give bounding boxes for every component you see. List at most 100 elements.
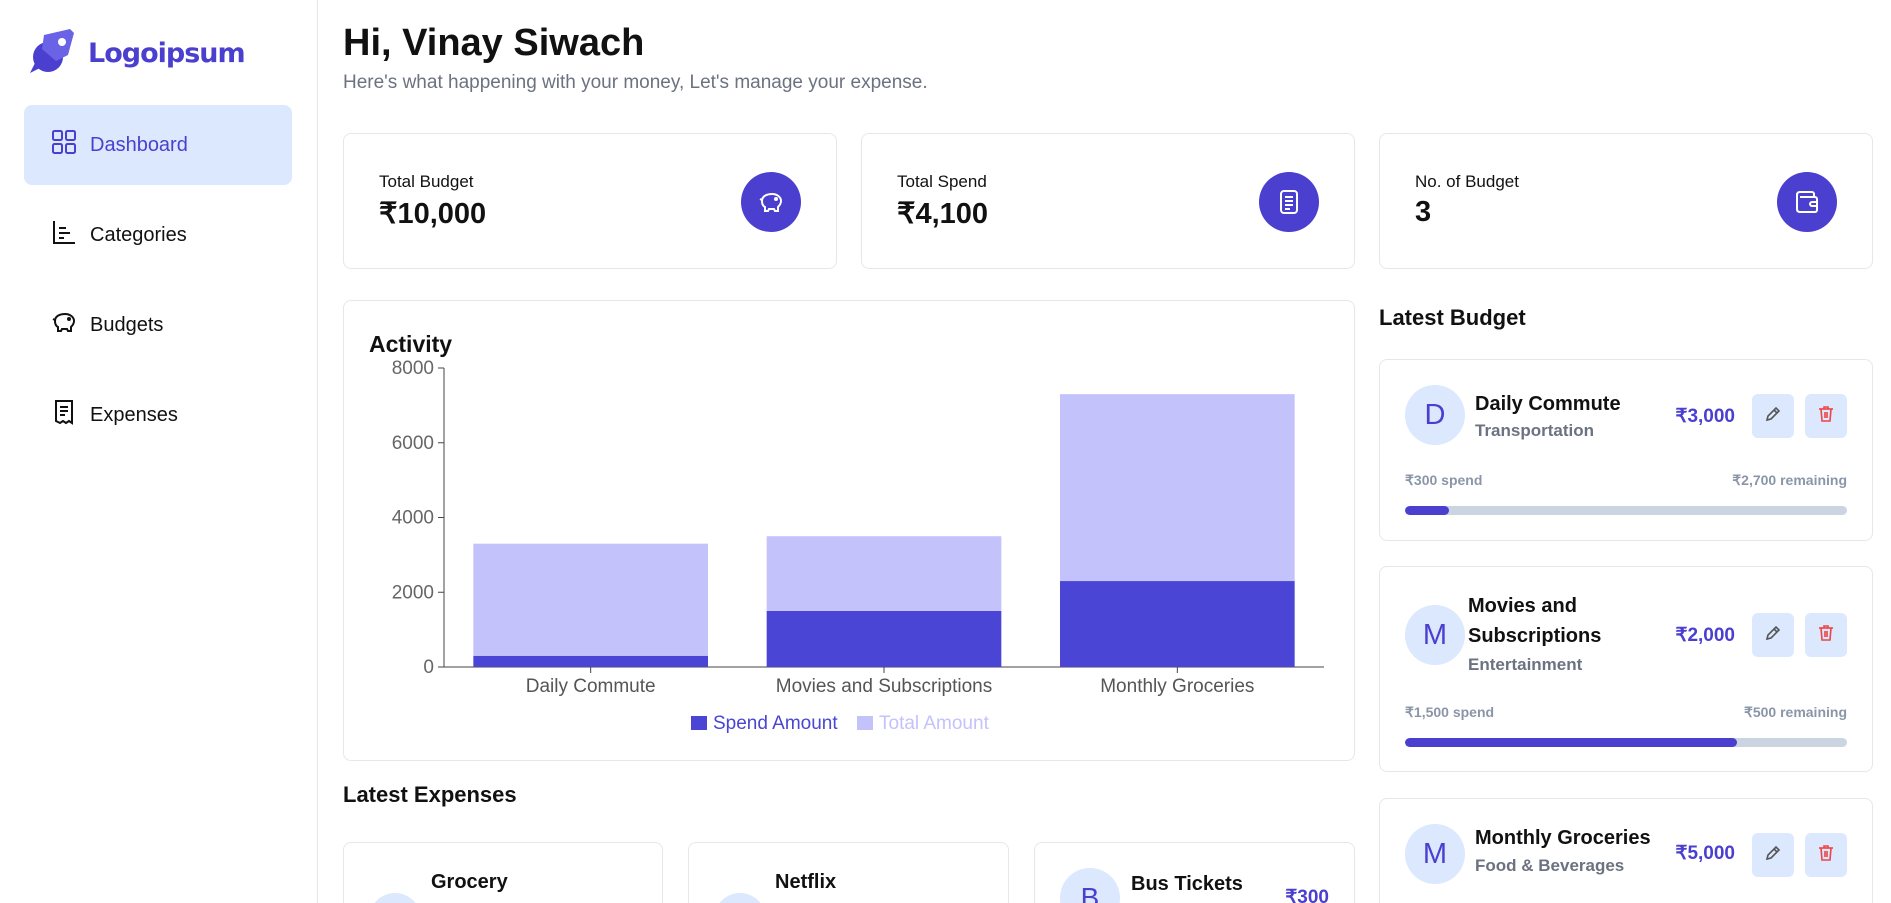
trash-icon	[1816, 623, 1836, 648]
bar-total	[766, 536, 1002, 611]
receipt-icon	[50, 398, 78, 432]
sidebar-nav: Dashboard Categories Budgets Expenses	[24, 105, 292, 465]
bar-spend	[766, 610, 1002, 667]
sidebar-item-label: Expenses	[90, 403, 178, 426]
expense-item[interactable]: Grocery	[343, 842, 663, 903]
budget-progress-labels: ₹300 spend ₹2,700 remaining	[1405, 472, 1847, 489]
activity-card: Activity 0 2000 4000 6000 8000 Daily Commute M…	[343, 300, 1355, 761]
expense-name: Bus Tickets	[1131, 873, 1243, 895]
budget-progress-fill	[1405, 738, 1737, 747]
budget-item[interactable]: M Movies and Subscriptions Entertainment…	[1379, 566, 1873, 772]
latest-budget-title: Latest Budget	[1379, 305, 1526, 330]
edit-budget-button[interactable]	[1752, 394, 1794, 438]
delete-budget-button[interactable]	[1805, 833, 1847, 877]
budget-remaining: ₹500 remaining	[1743, 704, 1847, 720]
bar-chart-icon	[50, 218, 78, 252]
expense-item[interactable]: Netflix	[688, 842, 1009, 903]
delete-budget-button[interactable]	[1805, 394, 1847, 438]
budget-category: Transportation	[1475, 421, 1595, 440]
budget-name: Monthly Groceries	[1475, 827, 1651, 849]
budget-avatar: D	[1405, 385, 1465, 445]
activity-bar-chart: 0 2000 4000 6000 8000 Daily Commute Movies and…	[392, 358, 1324, 734]
bar-spend	[473, 655, 708, 667]
y-tick-label: 4000	[392, 508, 434, 529]
y-tick-label: 2000	[392, 582, 434, 603]
piggy-bank-icon	[50, 308, 78, 342]
stat-value: 3	[1415, 196, 1432, 228]
budget-name: Movies and Subscriptions	[1468, 595, 1602, 647]
stat-value: ₹10,000	[379, 198, 487, 230]
budget-name: Daily Commute	[1475, 393, 1621, 415]
sidebar-item-categories[interactable]: Categories	[24, 195, 292, 275]
stat-label: Total Spend	[897, 172, 987, 191]
stat-card-total-budget: Total Budget ₹10,000	[343, 133, 837, 269]
budget-progress-bar	[1405, 506, 1847, 515]
budget-progress-fill	[1405, 506, 1450, 515]
budget-progress-bar	[1405, 738, 1847, 747]
app-root: Logoipsum Dashboard Categories Budgets E…	[0, 0, 1891, 903]
brand-logo[interactable]: Logoipsum	[26, 25, 246, 82]
budget-item[interactable]: M Monthly Groceries Food & Beverages ₹5,…	[1379, 798, 1873, 903]
budget-spend: ₹1,500 spend	[1405, 704, 1495, 720]
expense-item[interactable]: B Bus Tickets ₹300	[1034, 842, 1355, 903]
grid-icon	[50, 128, 78, 162]
legend-label: Spend Amount	[713, 713, 838, 734]
pencil-icon	[1763, 843, 1783, 868]
budget-remaining: ₹2,700 remaining	[1732, 472, 1847, 488]
receipt-icon	[1259, 172, 1319, 232]
budget-amount: ₹5,000	[1675, 843, 1735, 864]
delete-budget-button[interactable]	[1805, 613, 1847, 657]
legend-label: Total Amount	[879, 713, 990, 734]
y-tick-label: 8000	[392, 358, 434, 379]
rocket-logo-icon	[26, 25, 82, 82]
sidebar-item-label: Categories	[90, 223, 187, 246]
page-subtitle: Here's what happening with your money, L…	[343, 72, 928, 93]
brand-name: Logoipsum	[88, 38, 246, 69]
legend-swatch	[691, 716, 707, 730]
x-tick-label: Movies and Subscriptions	[776, 676, 993, 697]
y-tick-label: 6000	[392, 433, 434, 454]
budget-item[interactable]: D Daily Commute Transportation ₹3,000 ₹3…	[1379, 359, 1873, 541]
y-tick-label: 0	[423, 657, 434, 678]
sidebar-item-budgets[interactable]: Budgets	[24, 285, 292, 365]
page-title: Hi, Vinay Siwach	[343, 22, 645, 64]
stat-card-budget-count: No. of Budget 3	[1379, 133, 1873, 269]
sidebar: Logoipsum Dashboard Categories Budgets E…	[0, 0, 318, 903]
bar-total	[473, 543, 708, 656]
budget-progress-labels: ₹1,500 spend ₹500 remaining	[1405, 704, 1847, 721]
bar-spend	[1060, 581, 1295, 667]
expense-name: Netflix	[775, 871, 837, 893]
expense-amount: ₹300	[1285, 887, 1329, 903]
piggy-bank-icon	[741, 172, 801, 232]
pencil-icon	[1763, 623, 1783, 648]
sidebar-item-label: Budgets	[90, 313, 164, 336]
x-tick-label: Monthly Groceries	[1100, 676, 1254, 697]
budget-avatar: M	[1405, 824, 1465, 884]
sidebar-item-dashboard[interactable]: Dashboard	[24, 105, 292, 185]
budget-amount: ₹2,000	[1675, 625, 1735, 646]
pencil-icon	[1763, 404, 1783, 429]
edit-budget-button[interactable]	[1752, 613, 1794, 657]
budget-category: Food & Beverages	[1475, 856, 1625, 875]
latest-expenses-title: Latest Expenses	[343, 782, 517, 807]
budget-avatar: M	[1405, 605, 1465, 665]
budget-amount: ₹3,000	[1675, 406, 1735, 427]
expense-avatar	[714, 893, 766, 903]
wallet-icon	[1777, 172, 1837, 232]
trash-icon	[1816, 843, 1836, 868]
bar-total	[1060, 394, 1295, 582]
budget-spend: ₹300 spend	[1405, 472, 1483, 488]
stat-label: No. of Budget	[1415, 172, 1519, 191]
expense-avatar: B	[1060, 868, 1120, 903]
expense-avatar	[369, 893, 421, 903]
x-tick-label: Daily Commute	[526, 676, 656, 697]
sidebar-item-expenses[interactable]: Expenses	[24, 375, 292, 455]
trash-icon	[1816, 404, 1836, 429]
stat-value: ₹4,100	[897, 198, 989, 230]
edit-budget-button[interactable]	[1752, 833, 1794, 877]
sidebar-item-label: Dashboard	[90, 133, 188, 156]
stat-card-total-spend: Total Spend ₹4,100	[861, 133, 1355, 269]
legend-swatch	[857, 716, 873, 730]
stat-label: Total Budget	[379, 172, 474, 191]
expense-name: Grocery	[431, 871, 508, 893]
